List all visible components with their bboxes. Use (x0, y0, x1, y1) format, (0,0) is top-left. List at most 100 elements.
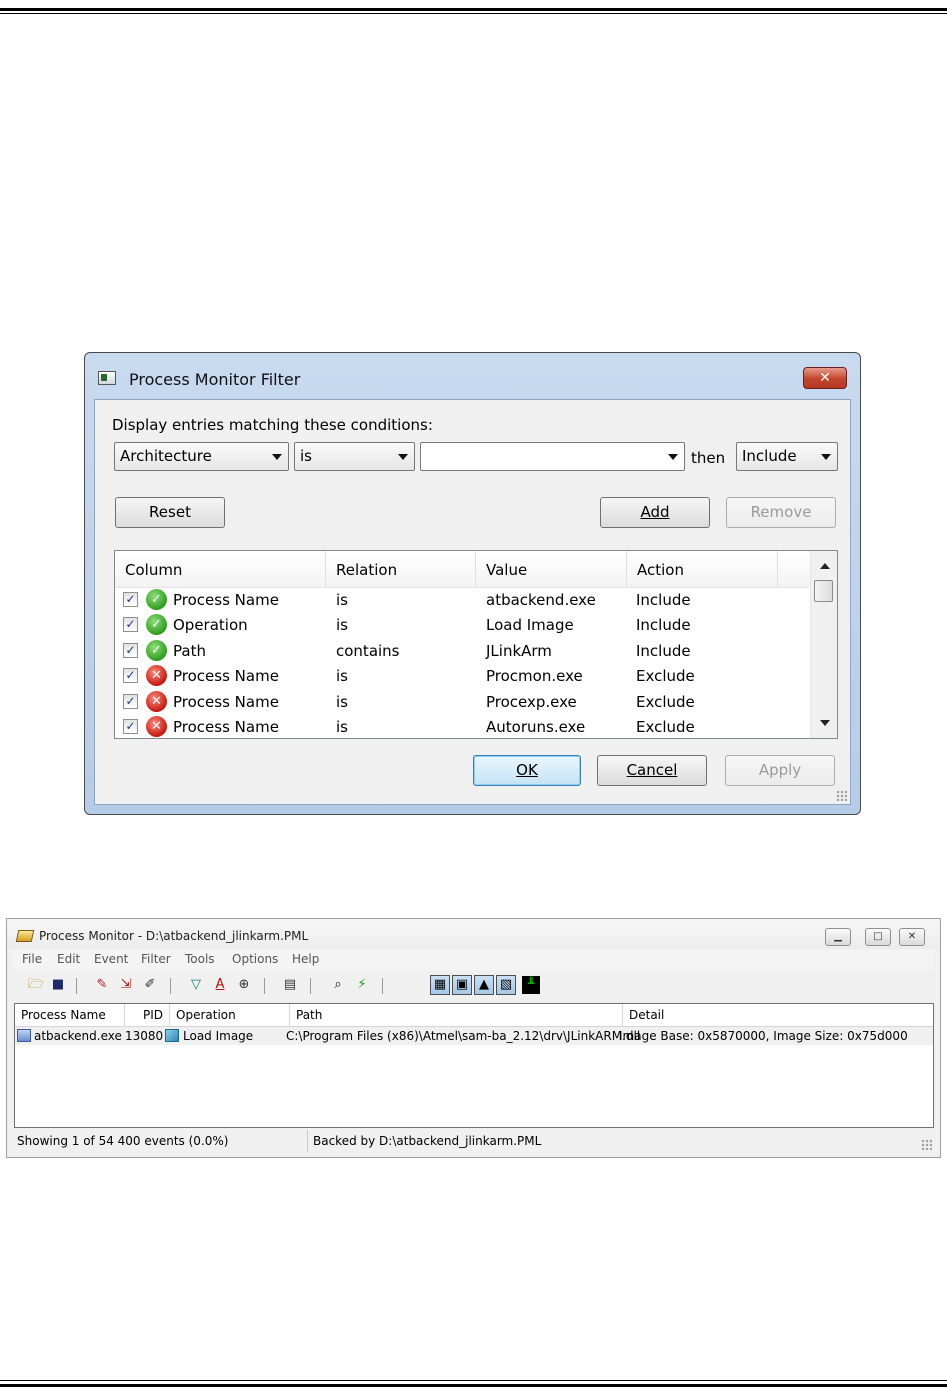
menu-options[interactable]: Options (232, 952, 278, 966)
remove-button[interactable]: Remove (726, 497, 836, 528)
vertical-scrollbar[interactable] (810, 551, 837, 738)
column-select[interactable]: Architecture (114, 442, 289, 471)
action-select-value: Include (742, 447, 797, 465)
cell-operation: Load Image (183, 1029, 254, 1043)
target-icon[interactable]: ⊕ (236, 977, 252, 993)
menu-edit[interactable]: Edit (57, 952, 80, 966)
chevron-down-icon (398, 454, 408, 460)
capture-icon[interactable]: ✎ (94, 977, 110, 993)
cell-relation: contains (336, 641, 400, 660)
network-activity-icon[interactable]: ▲ (474, 975, 494, 995)
cell-value: atbackend.exe (486, 591, 596, 609)
resize-grip-icon[interactable] (921, 1139, 932, 1150)
grid-header-operation[interactable]: Operation (170, 1004, 290, 1026)
add-button[interactable]: Add (600, 497, 710, 528)
menu-event[interactable]: Event (94, 952, 128, 966)
header-action[interactable]: Action (627, 551, 778, 587)
relation-select[interactable]: is (294, 442, 415, 471)
minimize-button[interactable]: ▁ (825, 928, 851, 946)
cell-relation: is (336, 718, 348, 736)
action-select[interactable]: Include (736, 442, 838, 471)
menu-file[interactable]: File (22, 952, 42, 966)
close-button[interactable]: ✕ (803, 367, 847, 389)
profiling-events-icon[interactable]: ╨ (522, 976, 540, 994)
scroll-down-arrow-icon[interactable] (820, 720, 830, 726)
conditions-label: Display entries matching these condition… (112, 416, 433, 434)
cell-action: Include (636, 616, 691, 635)
resize-grip-icon[interactable] (836, 790, 847, 801)
grid-header-path[interactable]: Path (290, 1004, 623, 1026)
find-icon[interactable]: ⌕ (330, 977, 346, 993)
cell-value: Load Image (486, 616, 574, 635)
row-checkbox[interactable]: ✓ (123, 642, 138, 658)
column-select-value: Architecture (120, 447, 212, 465)
cell-relation: is (336, 591, 348, 609)
ok-button[interactable]: OK (473, 755, 581, 786)
cell-action: Include (636, 641, 691, 660)
scroll-thumb[interactable] (814, 580, 833, 602)
cell-value: Autoruns.exe (486, 718, 586, 736)
menu-filter[interactable]: Filter (141, 952, 171, 966)
process-activity-icon[interactable]: ▧ (496, 975, 516, 995)
row-checkbox[interactable]: ✓ (123, 693, 138, 709)
highlight-icon[interactable]: A (212, 977, 228, 993)
exclude-x-icon: ✕ (146, 690, 167, 712)
filter-icon[interactable]: ▽ (188, 977, 204, 993)
header-value[interactable]: Value (476, 551, 627, 587)
row-checkbox[interactable]: ✓ (123, 668, 138, 684)
toolbar-separator (170, 978, 171, 994)
toolbar: 🗁 ■ ✎ ⇲ ✐ ▽ A ⊕ ▤ ⌕ ⚡ ▦ ▣ ▲ ▧ ╨ (12, 972, 934, 1000)
list-item[interactable]: ✓ ✓ Path contains JLinkArm Include (115, 639, 812, 664)
open-folder-icon[interactable]: 🗁 (28, 977, 44, 993)
value-combobox[interactable] (420, 442, 685, 471)
filesystem-activity-icon[interactable]: ▣ (452, 975, 472, 995)
load-image-icon (165, 1029, 179, 1042)
reset-button[interactable]: Reset (115, 497, 225, 528)
maximize-button[interactable]: □ (865, 928, 891, 946)
exclude-x-icon: ✕ (146, 665, 167, 687)
list-item[interactable]: ✓ ✕ Process Name is Autoruns.exe Exclude (115, 715, 812, 738)
remove-button-label: Remove (750, 503, 812, 521)
filter-list[interactable]: Column Relation Value Action ✓ ✓ Process N… (114, 550, 838, 739)
grid-header-process[interactable]: Process Name (15, 1004, 125, 1026)
event-grid[interactable]: Process Name PID Operation Path Detail a… (14, 1003, 934, 1128)
save-icon[interactable]: ■ (50, 977, 66, 993)
menu-help[interactable]: Help (292, 952, 319, 966)
menu-tools[interactable]: Tools (185, 952, 215, 966)
grid-header-pid[interactable]: PID (125, 1004, 170, 1026)
cell-relation: is (336, 667, 348, 686)
exclude-x-icon: ✕ (146, 716, 167, 737)
cancel-button-label: Cancel (626, 761, 678, 779)
chevron-down-icon (272, 454, 282, 460)
clear-icon[interactable]: ✐ (142, 977, 158, 993)
cancel-button[interactable]: Cancel (597, 755, 707, 786)
header-column[interactable]: Column (115, 551, 326, 587)
window-title-bar[interactable]: Process Monitor - D:\atbackend_jlinkarm.… (7, 919, 940, 949)
scroll-up-arrow-icon[interactable] (820, 563, 830, 569)
list-item[interactable]: ✓ ✕ Process Name is Procmon.exe Exclude (115, 664, 812, 689)
list-item[interactable]: ✓ ✕ Process Name is Procexp.exe Exclude (115, 690, 812, 715)
dialog-title-bar[interactable]: Process Monitor Filter ✕ (85, 353, 860, 397)
cell-column: Path (173, 641, 206, 660)
process-tree-icon[interactable]: ▤ (282, 977, 298, 993)
autoscroll-icon[interactable]: ⇲ (118, 977, 134, 993)
chevron-down-icon (668, 454, 678, 460)
procmon-app-icon (98, 371, 116, 385)
jump-to-icon[interactable]: ⚡ (354, 977, 370, 993)
list-header: Column Relation Value Action (115, 551, 812, 588)
cell-value: Procmon.exe (486, 667, 583, 686)
row-checkbox[interactable]: ✓ (123, 592, 138, 607)
registry-activity-icon[interactable]: ▦ (430, 975, 450, 995)
table-row[interactable]: atbackend.exe 13080 Load Image C:\Progra… (15, 1027, 933, 1045)
dialog-client-area: Display entries matching these condition… (94, 399, 851, 805)
list-item[interactable]: ✓ ✓ Operation is Load Image Include (115, 613, 812, 638)
list-item[interactable]: ✓ ✓ Process Name is atbackend.exe Include (115, 588, 812, 613)
include-check-icon: ✓ (146, 639, 167, 661)
grid-header-detail[interactable]: Detail (623, 1004, 933, 1026)
row-checkbox[interactable]: ✓ (123, 719, 138, 734)
window-close-button[interactable]: ✕ (899, 928, 925, 946)
row-checkbox[interactable]: ✓ (123, 617, 138, 633)
include-check-icon: ✓ (146, 614, 167, 636)
apply-button[interactable]: Apply (725, 755, 835, 786)
header-relation[interactable]: Relation (326, 551, 476, 587)
